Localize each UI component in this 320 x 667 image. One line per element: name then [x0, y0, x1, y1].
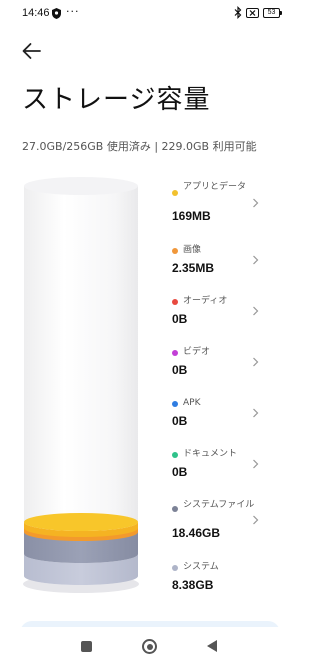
- legend-item-system-files[interactable]: システムファイル 18.46GB: [168, 497, 286, 547]
- navigation-bar: [0, 627, 300, 667]
- chevron-right-icon: [253, 198, 259, 208]
- chevron-right-icon: [253, 255, 259, 265]
- red-dot-icon: [172, 299, 178, 305]
- legend-item-system[interactable]: システム 8.38GB: [168, 559, 286, 599]
- legend-value: 0B: [172, 465, 188, 479]
- no-sim-icon: [246, 8, 259, 18]
- legend-item-documents[interactable]: ドキュメント 0B: [168, 446, 286, 486]
- legend-label: オーディオ: [183, 296, 228, 306]
- legend-value: 169MB: [172, 209, 211, 223]
- blue-dot-icon: [172, 401, 178, 407]
- chevron-right-icon: [253, 408, 259, 418]
- shield-icon: [52, 8, 61, 19]
- legend-value: 2.35MB: [172, 261, 215, 275]
- purple-dot-icon: [172, 350, 178, 356]
- yellow-dot-icon: [172, 190, 178, 196]
- back-icon[interactable]: [207, 640, 217, 652]
- battery-icon: 53: [263, 8, 282, 18]
- page-title: ストレージ容量: [22, 85, 211, 115]
- legend-item-audio[interactable]: オーディオ 0B: [168, 293, 286, 333]
- orange-dot-icon: [172, 248, 178, 254]
- chevron-right-icon: [253, 306, 259, 316]
- legend-label: システム: [183, 562, 219, 572]
- legend-label: ビデオ: [183, 347, 211, 357]
- legend-item-apps[interactable]: アプリとデータ 169MB: [168, 178, 286, 228]
- status-bar: 14:46 ··· 53: [0, 0, 300, 28]
- chevron-right-icon: [253, 357, 259, 367]
- back-arrow-button[interactable]: [20, 40, 44, 62]
- recent-apps-icon[interactable]: [81, 641, 92, 652]
- legend-value: 0B: [172, 414, 188, 428]
- home-icon[interactable]: [142, 639, 157, 654]
- usage-summary: 27.0GB/256GB 使用済み | 229.0GB 利用可能: [22, 140, 257, 153]
- bluetooth-icon: [234, 6, 242, 19]
- chevron-right-icon: [253, 515, 259, 525]
- status-time: 14:46: [22, 7, 50, 19]
- light-gray-dot-icon: [172, 565, 178, 571]
- legend-item-video[interactable]: ビデオ 0B: [168, 344, 286, 384]
- legend-item-apk[interactable]: APK 0B: [168, 395, 286, 435]
- legend-label: システムファイル: [183, 500, 255, 510]
- legend-label: ドキュメント: [183, 449, 238, 459]
- legend-item-images[interactable]: 画像 2.35MB: [168, 242, 286, 282]
- more-notifications-icon: ···: [66, 5, 80, 18]
- legend-value: 0B: [172, 363, 188, 377]
- chevron-right-icon: [253, 459, 259, 469]
- legend-label: 画像: [183, 245, 202, 255]
- legend-value: 8.38GB: [172, 578, 214, 592]
- green-dot-icon: [172, 452, 178, 458]
- legend-value: 0B: [172, 312, 188, 326]
- storage-cylinder-chart: [23, 177, 139, 593]
- gray-dot-icon: [172, 506, 178, 512]
- legend-value: 18.46GB: [172, 526, 221, 540]
- legend-label: アプリとデータ: [183, 182, 247, 192]
- legend-label: APK: [183, 398, 201, 408]
